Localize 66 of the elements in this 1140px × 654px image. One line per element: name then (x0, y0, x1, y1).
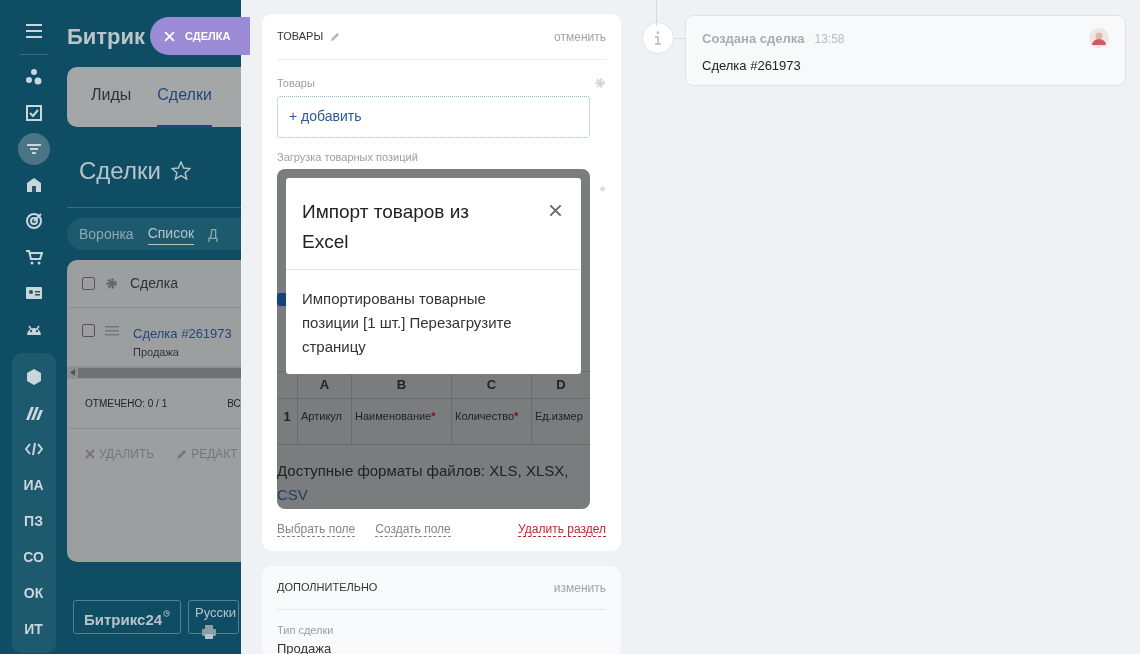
tab[interactable]: Лиды (91, 83, 132, 127)
horizontal-scrollbar[interactable] (67, 366, 241, 379)
printer-icon[interactable] (201, 624, 217, 640)
close-button[interactable] (549, 203, 563, 217)
event-title: Создана сделка (702, 30, 805, 48)
stripes-icon[interactable] (24, 404, 43, 422)
formats-text: Доступные форматы файлов: XLS, XLSX, (277, 461, 570, 481)
section-title: ТОВАРЫ (277, 29, 324, 45)
tab[interactable]: Сделки (157, 83, 212, 127)
event-text: Сделка #261973 (702, 56, 802, 75)
logo-badge[interactable]: Битрикс24 (73, 600, 182, 634)
sidebar-item[interactable]: ИТ (24, 618, 43, 640)
sidebar-item[interactable]: ОК (23, 582, 44, 604)
deal-link[interactable]: Сделка #261973 (133, 324, 232, 344)
target-icon[interactable] (24, 212, 43, 230)
cart-icon[interactable] (24, 248, 43, 266)
star-icon[interactable] (170, 161, 191, 181)
view-tab[interactable]: Воронка (79, 223, 134, 245)
checkbox[interactable] (82, 277, 95, 290)
column-header: Сделка (130, 274, 178, 293)
field-action-link[interactable]: Создать поле (375, 522, 451, 537)
table-cell: Количество* (451, 398, 531, 444)
field-label: Товары (277, 76, 315, 91)
close-slider-button[interactable]: СДЕЛКА (150, 17, 250, 55)
deal-type: Продажа (133, 344, 180, 360)
close-icon (549, 203, 562, 217)
menu-icon[interactable] (25, 24, 42, 38)
close-icon (85, 449, 95, 459)
field-label: Тип сделки (277, 623, 335, 638)
sidebar-item[interactable]: ПЗ (24, 510, 43, 532)
checkbox-icon[interactable] (24, 104, 43, 122)
page-title: Сделки (79, 156, 161, 186)
clock-icon (163, 610, 171, 617)
table-cell: Артикул (297, 398, 351, 444)
logo: Битрик (67, 23, 146, 51)
checkbox[interactable] (82, 324, 95, 337)
table-cell: Ед.измер (531, 398, 590, 444)
field-action-link[interactable]: Выбрать поле (277, 522, 356, 537)
delete-section-link[interactable]: Удалить раздел (518, 522, 606, 537)
pencil-icon (176, 448, 188, 460)
selected-count: ОТМЕЧЕНО: 0 / 1 (85, 397, 168, 411)
contact-card-icon[interactable] (24, 284, 43, 302)
sidebar-item[interactable]: ИА (23, 474, 44, 496)
cancel-link[interactable]: отменить (554, 27, 606, 46)
sidebar-item[interactable]: СО (23, 546, 44, 568)
row-number: 1 (277, 398, 297, 444)
csv-link[interactable]: CSV (277, 486, 308, 503)
dialog-message: Импортированы товарные позиции [1 шт.] Перезагрузите страницу (301, 289, 513, 357)
table-cell: Наименование* (351, 398, 451, 444)
event-time: 13:58 (814, 31, 845, 48)
drag-handle-icon[interactable] (105, 326, 119, 336)
footer-logo: Битрикс24 (84, 610, 163, 630)
close-icon (164, 30, 175, 42)
dialog-title: Импорт товаров из Excel (302, 200, 471, 254)
cube-icon[interactable] (24, 368, 43, 386)
chat-icon[interactable] (24, 68, 43, 86)
field-label: Загрузка товарных позиций (277, 149, 419, 165)
view-tab[interactable]: Список (147, 223, 195, 245)
code-icon[interactable] (24, 440, 43, 458)
edit-link[interactable]: изменить (553, 578, 606, 597)
avatar[interactable] (1089, 28, 1109, 48)
view-tab[interactable]: Д (208, 223, 218, 245)
total-count: ВС (227, 397, 241, 411)
section-title: ДОПОЛНИТЕЛЬНО (277, 580, 378, 596)
store-icon[interactable] (24, 176, 43, 194)
sidebar-item[interactable] (17, 133, 50, 165)
